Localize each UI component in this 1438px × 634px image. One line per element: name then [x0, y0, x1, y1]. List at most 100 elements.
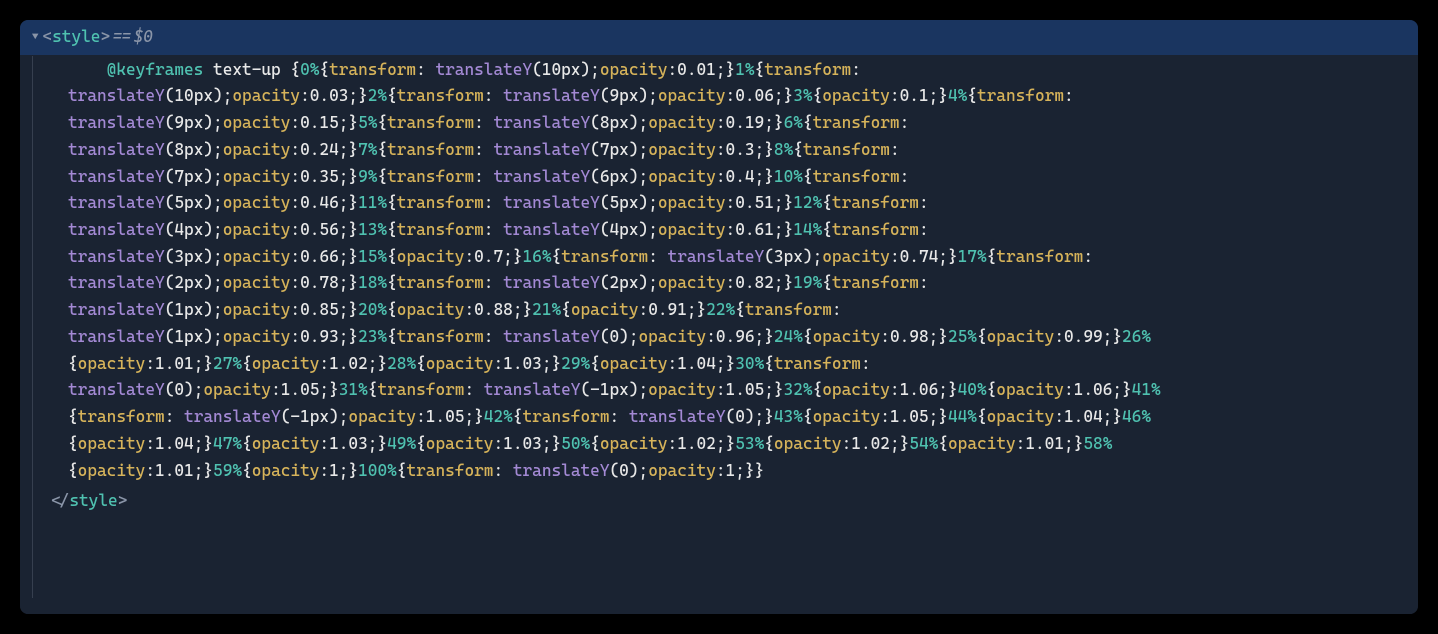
css-value: 5px — [174, 193, 203, 212]
keyframe-percent: 1% — [735, 60, 754, 79]
css-property: opacity — [223, 140, 291, 159]
css-property: opacity — [813, 327, 881, 346]
closing-tag-line: </style> — [20, 486, 1150, 517]
keyframe-percent: 10% — [774, 167, 803, 186]
keyframe-percent: 28% — [387, 354, 416, 373]
css-function: translateY — [668, 247, 765, 266]
css-value: 1 — [329, 461, 339, 480]
css-property: opacity — [822, 247, 890, 266]
keyframe-percent: 9% — [358, 167, 377, 186]
css-function: translateY — [493, 113, 590, 132]
keyframe-percent: 30% — [735, 354, 764, 373]
css-value: 1.05 — [890, 407, 929, 426]
css-value: 0.96 — [716, 327, 755, 346]
keyframe-percent: 12% — [793, 193, 822, 212]
keyframe-percent: 58% — [1083, 434, 1112, 453]
css-function: translateY — [68, 193, 165, 212]
selected-element-line[interactable]: ▼ <style> == $0 — [20, 20, 1418, 55]
css-value: 1.03 — [503, 354, 542, 373]
css-property: transform — [832, 220, 919, 239]
css-value: 0 — [619, 461, 629, 480]
style-text-content[interactable]: @keyframes text-up {0%{transform: transl… — [20, 55, 1168, 487]
css-function: translateY — [68, 220, 165, 239]
css-value: 0.82 — [735, 273, 774, 292]
keyframe-percent: 44% — [948, 407, 977, 426]
css-property: transform — [522, 407, 609, 426]
css-property: opacity — [658, 273, 726, 292]
keyframe-percent: 23% — [358, 327, 387, 346]
css-value: 1.06 — [1074, 380, 1113, 399]
keyframe-percent: 59% — [213, 461, 242, 480]
css-property: transform — [745, 300, 832, 319]
keyframe-percent: 2% — [368, 86, 387, 105]
keyframe-percent: 6% — [784, 113, 803, 132]
css-property: transform — [377, 380, 464, 399]
css-property: transform — [996, 247, 1083, 266]
css-value: 1 — [726, 461, 736, 480]
devtools-panel: ▼ <style> == $0 @keyframes text-up {0%{t… — [20, 20, 1418, 614]
css-property: opacity — [822, 86, 890, 105]
css-property: opacity — [648, 113, 716, 132]
css-property: transform — [397, 327, 484, 346]
css-property: opacity — [232, 86, 300, 105]
css-value: 1.06 — [900, 380, 939, 399]
css-property: opacity — [948, 434, 1016, 453]
css-value: 2px — [174, 273, 203, 292]
css-value: 0.46 — [300, 193, 339, 212]
css-function: translateY — [503, 327, 600, 346]
keyframe-percent: 54% — [909, 434, 938, 453]
keyframe-percent: 17% — [958, 247, 987, 266]
open-tag: <style> — [42, 24, 110, 51]
css-function: translateY — [68, 327, 165, 346]
css-value: 1px — [174, 300, 203, 319]
css-value: 1.04 — [1064, 407, 1103, 426]
css-value: 4px — [174, 220, 203, 239]
keyframe-percent: 8% — [774, 140, 793, 159]
css-value: 9px — [609, 86, 638, 105]
keyframe-percent: 20% — [358, 300, 387, 319]
keyframe-percent: 100% — [358, 461, 397, 480]
css-value: 1.05 — [726, 380, 765, 399]
css-property: opacity — [223, 300, 291, 319]
css-property: transform — [387, 140, 474, 159]
keyframe-percent: 13% — [358, 220, 387, 239]
keyframe-percent: 43% — [774, 407, 803, 426]
css-value: 0.93 — [300, 327, 339, 346]
css-property: transform — [832, 193, 919, 212]
css-value: 0.56 — [300, 220, 339, 239]
css-property: opacity — [571, 300, 639, 319]
css-value: 1.04 — [155, 434, 194, 453]
keyframe-percent: 0% — [300, 60, 319, 79]
dollar-ref: $0 — [133, 24, 152, 51]
css-property: opacity — [223, 273, 291, 292]
css-value: 0.51 — [735, 193, 774, 212]
css-property: transform — [813, 167, 900, 186]
css-value: 8px — [174, 140, 203, 159]
css-value: 1.02 — [329, 354, 368, 373]
css-function: translateY — [68, 167, 165, 186]
css-function: translateY — [503, 220, 600, 239]
css-property: opacity — [600, 434, 668, 453]
css-value: 7px — [174, 167, 203, 186]
keyframe-percent: 29% — [561, 354, 590, 373]
css-value: 6px — [600, 167, 629, 186]
css-property: opacity — [639, 327, 707, 346]
css-value: 1.01 — [155, 354, 194, 373]
css-function: translateY — [435, 60, 532, 79]
css-property: opacity — [397, 300, 465, 319]
css-property: opacity — [252, 461, 320, 480]
css-property: opacity — [252, 354, 320, 373]
css-value: 1.01 — [1025, 434, 1064, 453]
keyframe-percent: 7% — [358, 140, 377, 159]
css-property: opacity — [223, 113, 291, 132]
expand-triangle-icon[interactable]: ▼ — [32, 28, 38, 46]
css-property: opacity — [648, 167, 716, 186]
css-value: 0 — [735, 407, 745, 426]
css-value: 3px — [174, 247, 203, 266]
keyframe-percent: 46% — [1122, 407, 1151, 426]
bottom-cutoff — [20, 598, 1418, 614]
css-property: transform — [387, 167, 474, 186]
css-property: transform — [397, 193, 484, 212]
keyframe-percent: 19% — [793, 273, 822, 292]
keyframe-percent: 4% — [948, 86, 967, 105]
